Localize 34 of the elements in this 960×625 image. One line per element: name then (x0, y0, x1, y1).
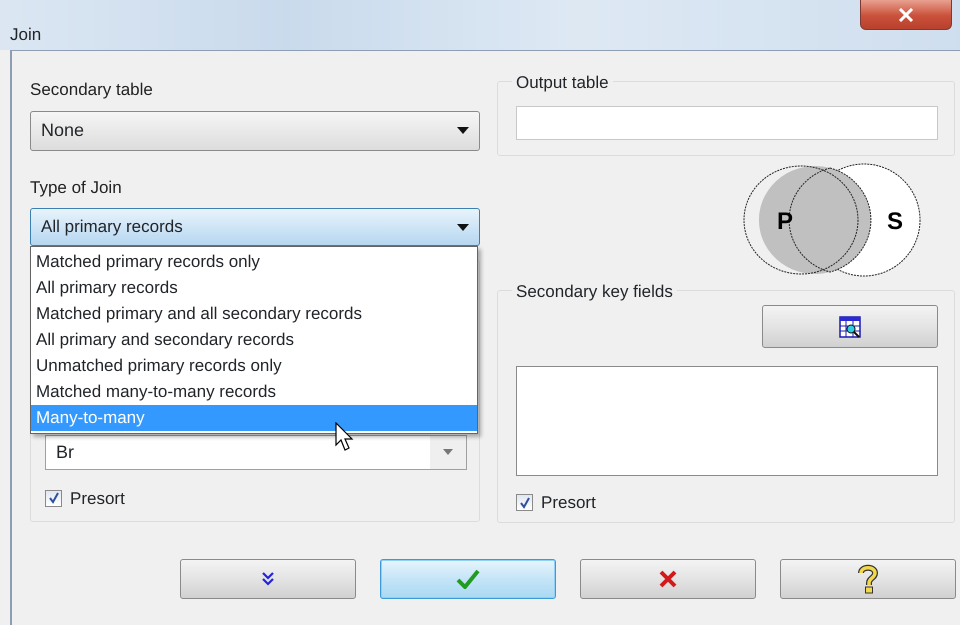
checkbox-label: Presort (70, 488, 125, 510)
dropdown[interactable]: None (30, 110, 480, 150)
cancel-button[interactable] (580, 559, 756, 599)
field-label: Type of Join (30, 176, 123, 198)
chevrons-down-icon (261, 571, 275, 587)
close-button[interactable] (860, 0, 952, 30)
dropdown-option[interactable]: Matched primary records only (31, 249, 477, 275)
checkbox[interactable] (516, 494, 533, 512)
ok-button[interactable] (380, 559, 556, 599)
venn-label: S (887, 208, 904, 235)
checkmark-icon (456, 569, 480, 589)
field-picker-button[interactable] (762, 305, 938, 348)
dropdown-option[interactable]: Unmatched primary records only (31, 353, 477, 379)
dropdown-option[interactable]: Matched many-to-many records (31, 379, 477, 405)
table-search-icon (839, 316, 861, 338)
output-table-field[interactable] (516, 106, 938, 140)
dropdown[interactable]: Br (45, 434, 467, 470)
checkbox-label: Presort (541, 492, 596, 514)
field-label: Secondary table (30, 79, 154, 101)
venn-label: P (777, 208, 794, 235)
close-icon (898, 8, 914, 22)
dropdown-arrow-icon (457, 127, 469, 134)
key-fields-list[interactable] (516, 366, 938, 476)
dropdown-arrow-icon (457, 224, 469, 230)
checkbox[interactable] (45, 490, 62, 507)
dropdown[interactable]: All primary records (30, 208, 480, 246)
help-button[interactable] (780, 559, 956, 599)
close-icon (659, 570, 677, 588)
more-button[interactable] (180, 559, 356, 599)
dropdown-option[interactable]: Matched primary and all secondary records (31, 301, 477, 327)
dropdown-option[interactable]: All primary and secondary records (31, 327, 477, 353)
window-title: Join (9, 24, 42, 46)
dropdown-option[interactable]: All primary records (31, 275, 477, 301)
help-icon (858, 564, 878, 594)
